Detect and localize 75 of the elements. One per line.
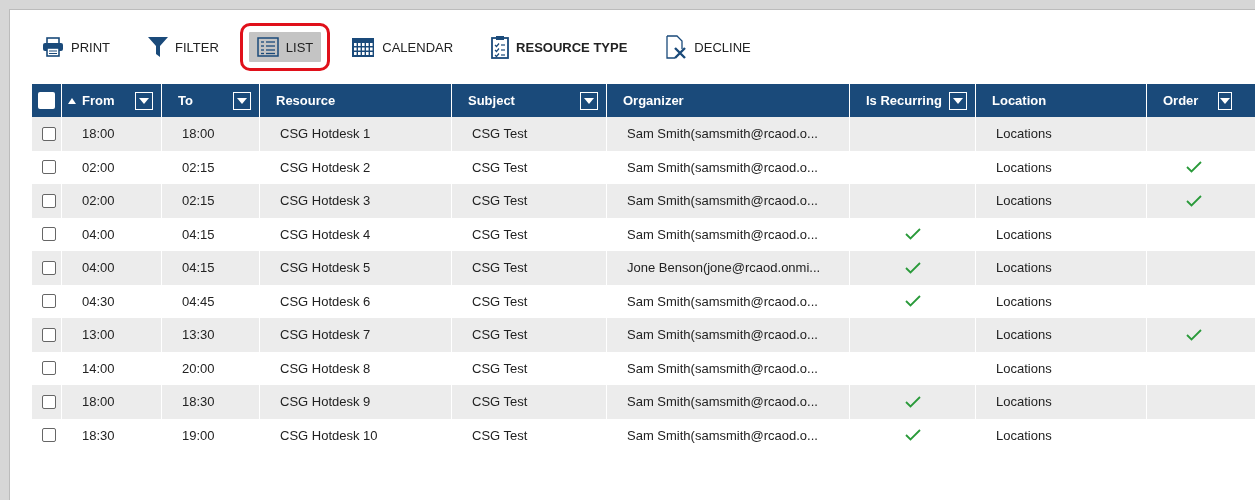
- table-cell: 04:45: [182, 293, 215, 309]
- table-cell: Locations: [996, 360, 1052, 376]
- column-label: From: [82, 93, 116, 108]
- table-cell: 04:00: [82, 260, 115, 276]
- table-cell: CSG Hotdesk 4: [280, 226, 371, 242]
- print-button[interactable]: PRINT: [34, 32, 118, 62]
- table-cell: Sam Smith(samsmith@rcaod.o...: [627, 360, 818, 376]
- table-cell: 02:00: [82, 159, 115, 175]
- filter-button[interactable]: FILTER: [140, 31, 227, 63]
- list-button[interactable]: LIST: [248, 32, 322, 62]
- table-cell: 18:00: [182, 126, 215, 142]
- table-cell: CSG Test: [472, 159, 528, 175]
- table-cell: Jone Benson(jone@rcaod.onmi...: [627, 260, 821, 276]
- table-cell: CSG Test: [472, 226, 528, 242]
- table-cell: Locations: [996, 293, 1052, 309]
- table-cell: CSG Hotdesk 9: [280, 394, 371, 410]
- column-header[interactable]: Order: [1147, 84, 1240, 117]
- table-cell: Sam Smith(samsmith@rcaod.o...: [627, 293, 818, 309]
- table-cell: CSG Test: [472, 126, 528, 142]
- table-cell: CSG Hotdesk 1: [280, 126, 371, 142]
- table-cell: CSG Hotdesk 6: [280, 293, 371, 309]
- table-cell: 19:00: [182, 427, 215, 443]
- table-cell: 02:15: [182, 159, 215, 175]
- table-cell: Sam Smith(samsmith@rcaod.o...: [627, 226, 818, 242]
- table-cell: CSG Test: [472, 293, 528, 309]
- table-cell: 04:00: [82, 226, 115, 242]
- calendar-button[interactable]: CALENDAR: [343, 31, 462, 63]
- table-cell: CSG Test: [472, 260, 528, 276]
- table-cell: Sam Smith(samsmith@rcaod.o...: [627, 193, 818, 209]
- table-cell: 13:30: [182, 327, 215, 343]
- table-cell: 18:30: [82, 427, 115, 443]
- table-cell: Sam Smith(samsmith@rcaod.o...: [627, 394, 818, 410]
- table-cell: 04:15: [182, 260, 215, 276]
- table-cell: CSG Hotdesk 2: [280, 159, 371, 175]
- table-cell: Locations: [996, 159, 1052, 175]
- table-cell: Locations: [996, 226, 1052, 242]
- table-cell: CSG Test: [472, 427, 528, 443]
- table-cell: Locations: [996, 427, 1052, 443]
- table-cell: CSG Hotdesk 5: [280, 260, 371, 276]
- table-cell: CSG Hotdesk 8: [280, 360, 371, 376]
- table-cell: 04:15: [182, 226, 215, 242]
- table-cell: 18:00: [82, 394, 115, 410]
- table-cell: 13:00: [82, 327, 115, 343]
- table-cell: CSG Test: [472, 394, 528, 410]
- table-cell: 14:00: [82, 360, 115, 376]
- table-cell: CSG Hotdesk 3: [280, 193, 371, 209]
- column-label: Organizer: [623, 93, 685, 108]
- table-cell: Locations: [996, 260, 1052, 276]
- table-cell: Sam Smith(samsmith@rcaod.o...: [627, 327, 818, 343]
- column-label: Order: [1163, 93, 1199, 108]
- table-cell: Sam Smith(samsmith@rcaod.o...: [627, 427, 818, 443]
- column-label: Location: [992, 93, 1048, 108]
- table-cell: 02:00: [82, 193, 115, 209]
- table-cell: CSG Test: [472, 193, 528, 209]
- table-cell: CSG Hotdesk 7: [280, 327, 371, 343]
- decline-button[interactable]: DECLINE: [657, 30, 759, 64]
- table-cell: CSG Test: [472, 360, 528, 376]
- column-label: To: [178, 93, 194, 108]
- table-cell: 18:30: [182, 394, 215, 410]
- table-cell: 20:00: [182, 360, 215, 376]
- table-cell: 02:15: [182, 193, 215, 209]
- table-cell: Locations: [996, 193, 1052, 209]
- table-cell: CSG Hotdesk 10: [280, 427, 378, 443]
- resource-button[interactable]: RESOURCE TYPE: [483, 30, 636, 64]
- table-cell: 18:00: [82, 126, 115, 142]
- column-label: Subject: [468, 93, 516, 108]
- table-cell: Locations: [996, 394, 1052, 410]
- table-cell: Sam Smith(samsmith@rcaod.o...: [627, 159, 818, 175]
- column-label: Resource: [276, 93, 337, 108]
- table-cell: 04:30: [82, 293, 115, 309]
- table-cell: Locations: [996, 126, 1052, 142]
- column-label: Is Recurring: [866, 93, 943, 108]
- table-cell: Sam Smith(samsmith@rcaod.o...: [627, 126, 818, 142]
- table-cell: CSG Test: [472, 327, 528, 343]
- table-cell: Locations: [996, 327, 1052, 343]
